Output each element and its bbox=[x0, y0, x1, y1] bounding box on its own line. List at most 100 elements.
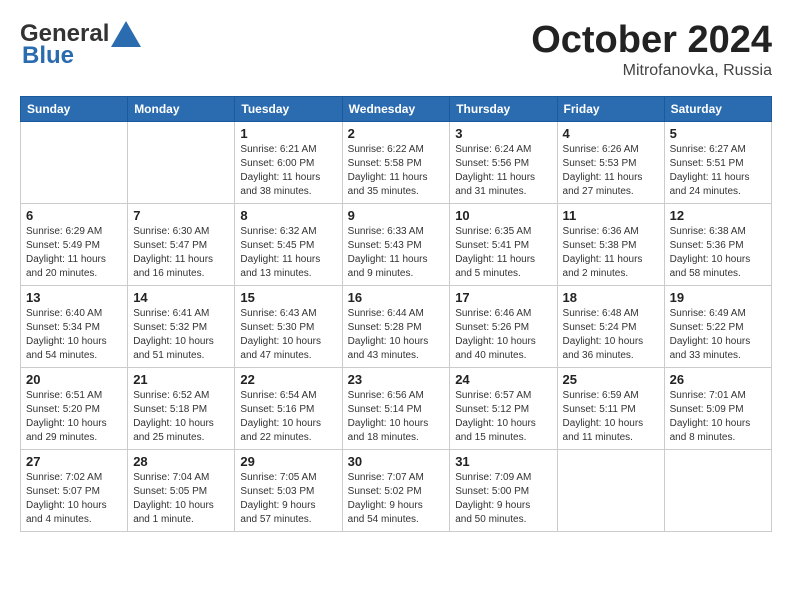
calendar-cell: 16 Sunrise: 6:44 AM Sunset: 5:28 PM Dayli… bbox=[342, 285, 450, 367]
weekday-header-row: SundayMondayTuesdayWednesdayThursdayFrid… bbox=[21, 96, 772, 121]
day-info: Sunrise: 6:30 AM Sunset: 5:47 PM Dayligh… bbox=[133, 225, 229, 281]
calendar-cell: 26 Sunrise: 7:01 AM Sunset: 5:09 PM Dayli… bbox=[664, 367, 771, 449]
day-number: 17 bbox=[455, 290, 551, 305]
day-number: 9 bbox=[348, 208, 445, 223]
calendar-cell: 29 Sunrise: 7:05 AM Sunset: 5:03 PM Dayli… bbox=[235, 449, 342, 531]
day-number: 24 bbox=[455, 372, 551, 387]
calendar-cell: 30Sunrise: 7:07 AM Sunset: 5:02 PM Dayli… bbox=[342, 449, 450, 531]
day-info: Sunrise: 6:40 AM Sunset: 5:34 PM Dayligh… bbox=[26, 307, 122, 363]
calendar-cell bbox=[128, 121, 235, 203]
day-number: 26 bbox=[670, 372, 766, 387]
day-info: Sunrise: 6:51 AM Sunset: 5:20 PM Dayligh… bbox=[26, 389, 122, 445]
week-row-3: 13Sunrise: 6:40 AM Sunset: 5:34 PM Dayli… bbox=[21, 285, 772, 367]
day-number: 28 bbox=[133, 454, 229, 469]
day-number: 22 bbox=[240, 372, 336, 387]
day-info: Sunrise: 7:01 AM Sunset: 5:09 PM Dayligh… bbox=[670, 389, 766, 445]
week-row-1: 1 Sunrise: 6:21 AM Sunset: 6:00 PM Daylig… bbox=[21, 121, 772, 203]
weekday-header-wednesday: Wednesday bbox=[342, 96, 450, 121]
day-info: Sunrise: 7:05 AM Sunset: 5:03 PM Dayligh… bbox=[240, 471, 336, 527]
day-number: 11 bbox=[563, 208, 659, 223]
calendar-cell: 31Sunrise: 7:09 AM Sunset: 5:00 PM Dayli… bbox=[450, 449, 557, 531]
calendar-cell: 12 Sunrise: 6:38 AM Sunset: 5:36 PM Dayli… bbox=[664, 203, 771, 285]
day-info: Sunrise: 6:32 AM Sunset: 5:45 PM Dayligh… bbox=[240, 225, 336, 281]
weekday-header-sunday: Sunday bbox=[21, 96, 128, 121]
day-info: Sunrise: 6:46 AM Sunset: 5:26 PM Dayligh… bbox=[455, 307, 551, 363]
calendar-cell: 19 Sunrise: 6:49 AM Sunset: 5:22 PM Dayli… bbox=[664, 285, 771, 367]
calendar-table: SundayMondayTuesdayWednesdayThursdayFrid… bbox=[20, 96, 772, 532]
calendar-cell: 15 Sunrise: 6:43 AM Sunset: 5:30 PM Dayli… bbox=[235, 285, 342, 367]
calendar-cell: 13Sunrise: 6:40 AM Sunset: 5:34 PM Dayli… bbox=[21, 285, 128, 367]
calendar-cell: 5 Sunrise: 6:27 AM Sunset: 5:51 PM Daylig… bbox=[664, 121, 771, 203]
day-info: Sunrise: 7:02 AM Sunset: 5:07 PM Dayligh… bbox=[26, 471, 122, 527]
week-row-4: 20 Sunrise: 6:51 AM Sunset: 5:20 PM Dayli… bbox=[21, 367, 772, 449]
calendar-cell: 24 Sunrise: 6:57 AM Sunset: 5:12 PM Dayli… bbox=[450, 367, 557, 449]
weekday-header-monday: Monday bbox=[128, 96, 235, 121]
day-info: Sunrise: 6:49 AM Sunset: 5:22 PM Dayligh… bbox=[670, 307, 766, 363]
day-info: Sunrise: 6:59 AM Sunset: 5:11 PM Dayligh… bbox=[563, 389, 659, 445]
day-number: 1 bbox=[240, 126, 336, 141]
month-title: October 2024 bbox=[531, 20, 772, 62]
day-info: Sunrise: 6:35 AM Sunset: 5:41 PM Dayligh… bbox=[455, 225, 551, 281]
calendar-cell: 14Sunrise: 6:41 AM Sunset: 5:32 PM Dayli… bbox=[128, 285, 235, 367]
day-number: 15 bbox=[240, 290, 336, 305]
day-info: Sunrise: 6:29 AM Sunset: 5:49 PM Dayligh… bbox=[26, 225, 122, 281]
day-info: Sunrise: 6:56 AM Sunset: 5:14 PM Dayligh… bbox=[348, 389, 445, 445]
day-number: 18 bbox=[563, 290, 659, 305]
day-info: Sunrise: 6:54 AM Sunset: 5:16 PM Dayligh… bbox=[240, 389, 336, 445]
calendar-cell: 20 Sunrise: 6:51 AM Sunset: 5:20 PM Dayli… bbox=[21, 367, 128, 449]
calendar-cell: 18Sunrise: 6:48 AM Sunset: 5:24 PM Dayli… bbox=[557, 285, 664, 367]
day-number: 3 bbox=[455, 126, 551, 141]
day-number: 10 bbox=[455, 208, 551, 223]
week-row-2: 6 Sunrise: 6:29 AM Sunset: 5:49 PM Daylig… bbox=[21, 203, 772, 285]
calendar-cell bbox=[664, 449, 771, 531]
weekday-header-friday: Friday bbox=[557, 96, 664, 121]
day-info: Sunrise: 6:43 AM Sunset: 5:30 PM Dayligh… bbox=[240, 307, 336, 363]
calendar-cell: 3 Sunrise: 6:24 AM Sunset: 5:56 PM Daylig… bbox=[450, 121, 557, 203]
day-info: Sunrise: 6:27 AM Sunset: 5:51 PM Dayligh… bbox=[670, 143, 766, 199]
day-number: 30 bbox=[348, 454, 445, 469]
calendar-cell: 8 Sunrise: 6:32 AM Sunset: 5:45 PM Daylig… bbox=[235, 203, 342, 285]
calendar-cell: 17 Sunrise: 6:46 AM Sunset: 5:26 PM Dayli… bbox=[450, 285, 557, 367]
weekday-header-tuesday: Tuesday bbox=[235, 96, 342, 121]
day-info: Sunrise: 6:33 AM Sunset: 5:43 PM Dayligh… bbox=[348, 225, 445, 281]
day-number: 29 bbox=[240, 454, 336, 469]
calendar-cell: 9 Sunrise: 6:33 AM Sunset: 5:43 PM Daylig… bbox=[342, 203, 450, 285]
day-info: Sunrise: 6:44 AM Sunset: 5:28 PM Dayligh… bbox=[348, 307, 445, 363]
day-number: 4 bbox=[563, 126, 659, 141]
day-number: 20 bbox=[26, 372, 122, 387]
day-number: 19 bbox=[670, 290, 766, 305]
day-info: Sunrise: 6:36 AM Sunset: 5:38 PM Dayligh… bbox=[563, 225, 659, 281]
weekday-header-saturday: Saturday bbox=[664, 96, 771, 121]
title-block: October 2024 Mitrofanovka, Russia bbox=[531, 20, 772, 80]
calendar-cell: 7 Sunrise: 6:30 AM Sunset: 5:47 PM Daylig… bbox=[128, 203, 235, 285]
day-number: 16 bbox=[348, 290, 445, 305]
day-info: Sunrise: 6:21 AM Sunset: 6:00 PM Dayligh… bbox=[240, 143, 336, 199]
week-row-5: 27Sunrise: 7:02 AM Sunset: 5:07 PM Dayli… bbox=[21, 449, 772, 531]
day-number: 12 bbox=[670, 208, 766, 223]
logo-icon bbox=[111, 21, 141, 47]
calendar-cell: 27Sunrise: 7:02 AM Sunset: 5:07 PM Dayli… bbox=[21, 449, 128, 531]
calendar-cell: 23Sunrise: 6:56 AM Sunset: 5:14 PM Dayli… bbox=[342, 367, 450, 449]
calendar-cell: 25Sunrise: 6:59 AM Sunset: 5:11 PM Dayli… bbox=[557, 367, 664, 449]
calendar-cell: 21Sunrise: 6:52 AM Sunset: 5:18 PM Dayli… bbox=[128, 367, 235, 449]
logo: General Blue bbox=[20, 20, 141, 70]
calendar-cell: 10 Sunrise: 6:35 AM Sunset: 5:41 PM Dayli… bbox=[450, 203, 557, 285]
day-number: 8 bbox=[240, 208, 336, 223]
location-subtitle: Mitrofanovka, Russia bbox=[531, 62, 772, 80]
day-info: Sunrise: 6:24 AM Sunset: 5:56 PM Dayligh… bbox=[455, 143, 551, 199]
day-info: Sunrise: 6:57 AM Sunset: 5:12 PM Dayligh… bbox=[455, 389, 551, 445]
logo-blue: Blue bbox=[22, 42, 74, 70]
day-info: Sunrise: 6:41 AM Sunset: 5:32 PM Dayligh… bbox=[133, 307, 229, 363]
calendar-cell: 11 Sunrise: 6:36 AM Sunset: 5:38 PM Dayli… bbox=[557, 203, 664, 285]
day-number: 5 bbox=[670, 126, 766, 141]
calendar-cell: 6 Sunrise: 6:29 AM Sunset: 5:49 PM Daylig… bbox=[21, 203, 128, 285]
calendar-cell: 22 Sunrise: 6:54 AM Sunset: 5:16 PM Dayli… bbox=[235, 367, 342, 449]
day-number: 21 bbox=[133, 372, 229, 387]
weekday-header-thursday: Thursday bbox=[450, 96, 557, 121]
day-info: Sunrise: 6:38 AM Sunset: 5:36 PM Dayligh… bbox=[670, 225, 766, 281]
day-number: 7 bbox=[133, 208, 229, 223]
calendar-cell bbox=[21, 121, 128, 203]
day-number: 6 bbox=[26, 208, 122, 223]
calendar-cell bbox=[557, 449, 664, 531]
calendar-cell: 28Sunrise: 7:04 AM Sunset: 5:05 PM Dayli… bbox=[128, 449, 235, 531]
